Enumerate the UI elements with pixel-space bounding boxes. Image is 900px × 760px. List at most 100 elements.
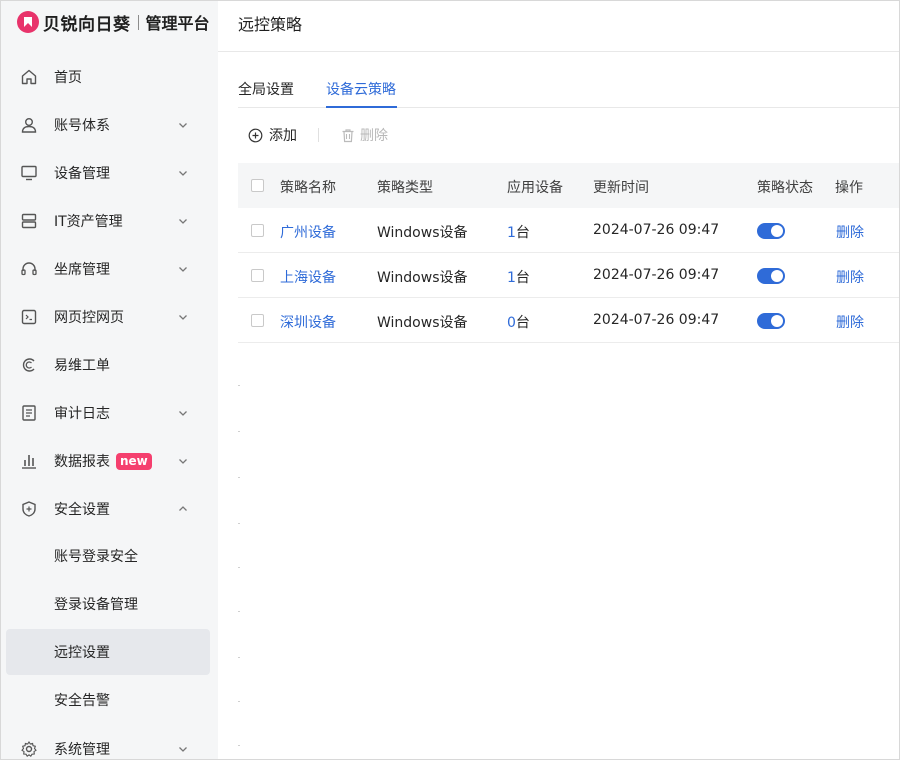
policy-status-toggle[interactable] — [757, 223, 785, 239]
sidebar-subitem-label: 安全告警 — [54, 693, 110, 709]
chevron-down-icon — [179, 411, 187, 416]
sidebar-item-label: 设备管理 — [54, 166, 110, 182]
policy-type: Windows设备 — [377, 225, 468, 241]
applied-device-count: 0台 — [507, 312, 530, 332]
sidebar-item-label: IT资产管理 — [54, 214, 123, 230]
sidebar-item-home[interactable]: 首页 — [6, 54, 210, 100]
device-count-unit: 台 — [515, 225, 530, 241]
page-title: 远控策略 — [238, 15, 303, 34]
chevron-down-icon — [179, 171, 187, 176]
sidebar-item-label: 网页控网页 — [54, 310, 124, 326]
table-row: 广州设备 Windows设备 1台 2024-07-26 09:47 删除 — [238, 208, 899, 253]
sidebar-item-audit-log[interactable]: 审计日志 — [6, 390, 210, 436]
sidebar-item-label: 安全设置 — [54, 502, 110, 518]
sidebar-subitem-label: 登录设备管理 — [54, 597, 138, 613]
sidebar-item-web-control[interactable]: 网页控网页 — [6, 294, 210, 340]
product-name: 管理平台 — [145, 14, 210, 33]
sidebar-item-label: 首页 — [54, 70, 82, 86]
policy-status-toggle[interactable] — [757, 313, 785, 329]
chevron-down-icon — [179, 747, 187, 752]
policy-type: Windows设备 — [377, 270, 468, 286]
sidebar-item-accounts[interactable]: 账号体系 — [6, 102, 210, 148]
chevron-down-icon — [179, 123, 187, 128]
sidebar-item-security[interactable]: 安全设置 — [6, 486, 210, 532]
sidebar-item-label: 易维工单 — [54, 358, 110, 374]
row-checkbox[interactable] — [251, 314, 264, 327]
column-header-policy-status: 策略状态 — [757, 180, 813, 196]
logo-divider — [137, 14, 139, 30]
chevron-down-icon — [179, 459, 187, 464]
applied-device-count: 1台 — [507, 222, 530, 242]
sidebar-item-tickets[interactable]: 易维工单 — [6, 342, 210, 388]
web-control-icon — [21, 309, 37, 325]
app-window: 贝锐向日葵 管理平台 首页 账号体系 设备管理 IT资产管理 坐席管理 网页控网… — [0, 0, 900, 760]
chevron-down-icon — [179, 219, 187, 224]
sidebar-subitem-login-device-management[interactable]: 登录设备管理 — [6, 581, 210, 627]
sidebar-subitem-security-alerts[interactable]: 安全告警 — [6, 677, 210, 723]
add-button[interactable]: 添加 — [248, 125, 297, 145]
empty-area-guide — [238, 371, 242, 759]
new-badge: new — [116, 453, 152, 470]
policy-type: Windows设备 — [377, 315, 468, 331]
user-icon — [21, 118, 37, 133]
sidebar-item-label: 数据报表 — [54, 454, 110, 470]
sidebar-item-devices[interactable]: 设备管理 — [6, 150, 210, 196]
row-checkbox[interactable] — [251, 269, 264, 282]
brand-name: 贝锐向日葵 — [43, 14, 131, 35]
sidebar-item-reports[interactable]: 数据报表 new — [6, 438, 210, 484]
table-header: 策略名称 策略类型 应用设备 更新时间 策略状态 操作 — [238, 163, 899, 208]
device-count-link[interactable]: 1 — [507, 270, 516, 286]
server-icon — [21, 213, 37, 229]
policy-name-link[interactable]: 上海设备 — [280, 267, 336, 287]
device-count-unit: 台 — [515, 315, 530, 331]
column-header-actions: 操作 — [835, 180, 863, 196]
sidebar-item-label: 审计日志 — [54, 406, 110, 422]
sidebar-item-label: 系统管理 — [54, 742, 110, 758]
sidebar-item-seats[interactable]: 坐席管理 — [6, 246, 210, 292]
delete-action-link[interactable]: 删除 — [836, 267, 864, 287]
tab-bar: 全局设置 设备云策略 — [238, 71, 899, 108]
sidebar: 贝锐向日葵 管理平台 首页 账号体系 设备管理 IT资产管理 坐席管理 网页控网… — [1, 1, 218, 759]
chevron-down-icon — [179, 267, 187, 272]
row-checkbox[interactable] — [251, 224, 264, 237]
sunlogin-logo-icon — [17, 11, 39, 33]
sidebar-item-label: 账号体系 — [54, 118, 110, 134]
sidebar-subitem-remote-control-settings[interactable]: 远控设置 — [6, 629, 210, 675]
bar-chart-icon — [22, 455, 36, 469]
policy-name-link[interactable]: 深圳设备 — [280, 312, 336, 332]
updated-time: 2024-07-26 09:47 — [593, 222, 720, 238]
updated-time: 2024-07-26 09:47 — [593, 267, 720, 283]
document-icon — [22, 405, 36, 421]
sidebar-item-system-management[interactable]: 系统管理 — [6, 726, 210, 759]
add-button-label: 添加 — [269, 128, 297, 144]
tab-global-settings[interactable]: 全局设置 — [238, 79, 294, 99]
applied-device-count: 1台 — [507, 267, 530, 287]
chevron-up-icon — [179, 506, 187, 511]
sidebar-subitem-account-login-security[interactable]: 账号登录安全 — [6, 533, 210, 579]
sidebar-item-it-assets[interactable]: IT资产管理 — [6, 198, 210, 244]
home-icon — [21, 69, 37, 85]
policy-status-toggle[interactable] — [757, 268, 785, 284]
plus-circle-icon — [248, 128, 263, 142]
delete-button[interactable]: 删除 — [341, 125, 388, 145]
delete-action-link[interactable]: 删除 — [836, 222, 864, 242]
device-count-link[interactable]: 0 — [507, 315, 516, 331]
sidebar-item-label: 坐席管理 — [54, 262, 110, 278]
delete-action-link[interactable]: 删除 — [836, 312, 864, 332]
device-count-unit: 台 — [515, 270, 530, 286]
table-row: 深圳设备 Windows设备 0台 2024-07-26 09:47 删除 — [238, 298, 899, 343]
tab-device-cloud-policy[interactable]: 设备云策略 — [326, 79, 396, 99]
device-count-link[interactable]: 1 — [507, 225, 516, 241]
shield-icon — [22, 501, 36, 517]
sidebar-subitem-label: 账号登录安全 — [54, 549, 138, 565]
ticket-icon — [22, 358, 35, 372]
select-all-checkbox[interactable] — [251, 179, 264, 192]
policy-name-link[interactable]: 广州设备 — [280, 222, 336, 242]
column-header-policy-type: 策略类型 — [377, 180, 433, 196]
page-header: 远控策略 — [218, 1, 899, 52]
active-tab-indicator — [326, 106, 397, 108]
delete-button-label: 删除 — [360, 128, 388, 144]
updated-time: 2024-07-26 09:47 — [593, 312, 720, 328]
gear-icon — [21, 740, 37, 758]
column-header-updated-time: 更新时间 — [593, 180, 649, 196]
